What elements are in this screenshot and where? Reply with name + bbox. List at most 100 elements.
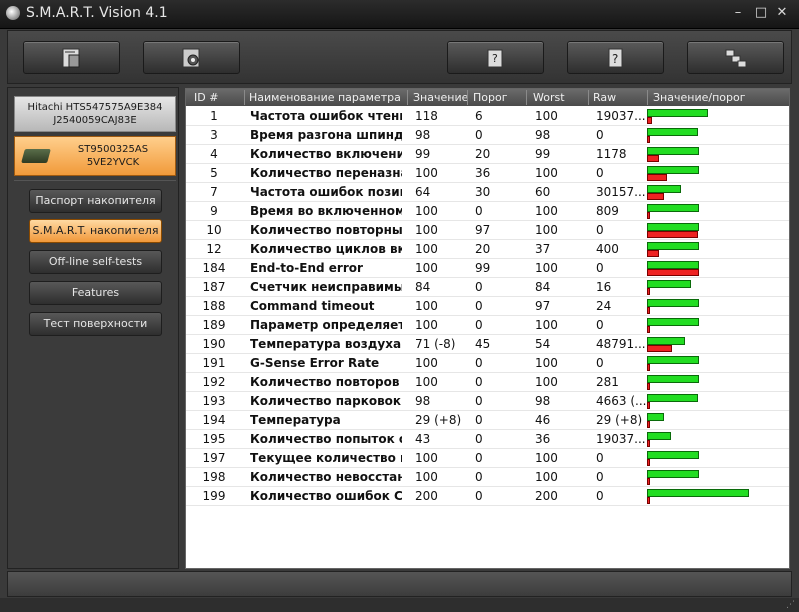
table-row[interactable]: 4 Количество включений ... 99 20 99 1178 [186,145,789,164]
table-row[interactable]: 199 Количество ошибок CR... 200 0 200 0 [186,487,789,506]
table-row[interactable]: 193 Количество парковок Б... 98 0 98 4663 (..… [186,392,789,411]
disk-info-button[interactable] [23,41,120,74]
cell-worst: 100 [535,261,558,275]
col-value-threshold[interactable]: Значение/порог [653,91,745,104]
table-row[interactable]: 3 Время разгона шпинделя 98 0 98 0 [186,126,789,145]
threshold-bar [647,497,650,504]
col-threshold[interactable]: Порог [473,91,508,104]
table-row[interactable]: 1 Частота ошибок чтения 118 6 100 19037... [186,107,789,126]
value-bar [647,204,699,212]
table-row[interactable]: 194 Температура 29 (+8) 0 46 29 (+8) [186,411,789,430]
table-row[interactable]: 5 Количество переназна... 100 36 100 0 [186,164,789,183]
value-bar [647,166,699,174]
nav-features[interactable]: Features [29,281,162,305]
col-worst[interactable]: Worst [533,91,565,104]
cell-value: 100 [415,223,438,237]
resize-grip-icon[interactable]: ⋰ [786,600,795,610]
network-icon [725,49,747,68]
cell-id: 188 [202,299,226,313]
cell-value: 100 [415,356,438,370]
cell-threshold: 0 [475,299,483,313]
threshold-bar [647,155,659,162]
cell-threshold: 0 [475,413,483,427]
cell-threshold: 97 [475,223,491,237]
value-threshold-bars [647,449,787,467]
col-id[interactable]: ID # [194,91,218,104]
nav-surface-test[interactable]: Тест поверхности [29,312,162,336]
nav-offline-tests[interactable]: Off-line self-tests [29,250,162,274]
col-name[interactable]: Наименование параметра [249,91,401,104]
cell-threshold: 20 [475,242,491,256]
about-button[interactable]: ? [567,41,664,74]
value-bar [647,413,664,421]
cell-name: Текущее количество н... [250,451,402,465]
table-row[interactable]: 191 G-Sense Error Rate 100 0 100 0 [186,354,789,373]
table-row[interactable]: 198 Количество невосстан... 100 0 100 0 [186,468,789,487]
cell-threshold: 0 [475,432,483,446]
minimize-button[interactable]: – [728,4,748,22]
window-title: S.M.A.R.T. Vision 4.1 [26,5,168,21]
table-row[interactable]: 189 Параметр определяетс... 100 0 100 0 [186,316,789,335]
cell-worst: 100 [535,204,558,218]
table-row[interactable]: 10 Количество повторных ... 100 97 100 0 [186,221,789,240]
table-row[interactable]: 7 Частота ошибок позиц... 64 30 60 30157... [186,183,789,202]
value-threshold-bars [647,183,787,201]
cell-id: 184 [202,261,226,275]
cell-value: 100 [415,470,438,484]
cell-id: 12 [206,242,222,256]
cell-raw: 0 [596,470,604,484]
cell-raw: 809 [596,204,619,218]
maximize-button[interactable]: □ [751,4,771,22]
threshold-bar [647,136,650,143]
threshold-bar [647,440,650,447]
table-row[interactable]: 187 Счетчик неисправимых... 84 0 84 16 [186,278,789,297]
cell-value: 100 [415,299,438,313]
close-button[interactable]: ✕ [772,4,792,22]
cell-value: 100 [415,318,438,332]
cell-worst: 100 [535,166,558,180]
cell-raw: 0 [596,223,604,237]
nav-drive-passport[interactable]: Паспорт накопителя [29,189,162,213]
cell-name: Количество переназна... [250,166,402,180]
drive-item-seagate[interactable]: ST9500325AS 5VE2YVCK [14,136,176,176]
cell-raw: 0 [596,489,604,503]
cell-id: 1 [210,109,218,123]
drive-item-hitachi[interactable]: Hitachi HTS547575A9E384 J2540059CAJ83E [14,96,176,132]
scan-disk-button[interactable] [143,41,240,74]
table-row[interactable]: 190 Температура воздуха в... 71 (-8) 45 54 48… [186,335,789,354]
table-row[interactable]: 192 Количество повторов в... 100 0 100 281 [186,373,789,392]
col-value[interactable]: Значение [413,91,468,104]
cell-id: 189 [202,318,226,332]
cell-id: 7 [210,185,218,199]
cell-name: End-to-End error [250,261,363,275]
cell-id: 190 [202,337,226,351]
value-threshold-bars [647,430,787,448]
title-bar: S.M.A.R.T. Vision 4.1 – □ ✕ [0,0,799,29]
threshold-bar [647,307,650,314]
table-row[interactable]: 184 End-to-End error 100 99 100 0 [186,259,789,278]
help-book-button[interactable]: ? [447,41,544,74]
cell-name: Время во включенном ... [250,204,402,218]
table-row[interactable]: 9 Время во включенном ... 100 0 100 809 [186,202,789,221]
help-book-icon: ? [487,49,503,68]
hard-drive-icon [21,149,51,163]
table-row[interactable]: 195 Количество попыток ст... 43 0 36 19037... [186,430,789,449]
cell-threshold: 36 [475,166,491,180]
table-row[interactable]: 197 Текущее количество н... 100 0 100 0 [186,449,789,468]
value-bar [647,299,699,307]
value-threshold-bars [647,221,787,239]
cell-worst: 84 [535,280,551,294]
table-row[interactable]: 188 Command timeout 100 0 97 24 [186,297,789,316]
table-row[interactable]: 12 Количество циклов вкл... 100 20 37 400 [186,240,789,259]
cell-worst: 200 [535,489,558,503]
app-logo-icon [6,6,20,20]
nav-smart[interactable]: S.M.A.R.T. накопителя [29,219,162,243]
value-threshold-bars [647,259,787,277]
cell-raw: 4663 (... [596,394,646,408]
col-raw[interactable]: Raw [593,91,616,104]
value-threshold-bars [647,278,787,296]
network-button[interactable] [687,41,784,74]
cell-threshold: 0 [475,128,483,142]
cell-worst: 37 [535,242,551,256]
cell-threshold: 0 [475,451,483,465]
